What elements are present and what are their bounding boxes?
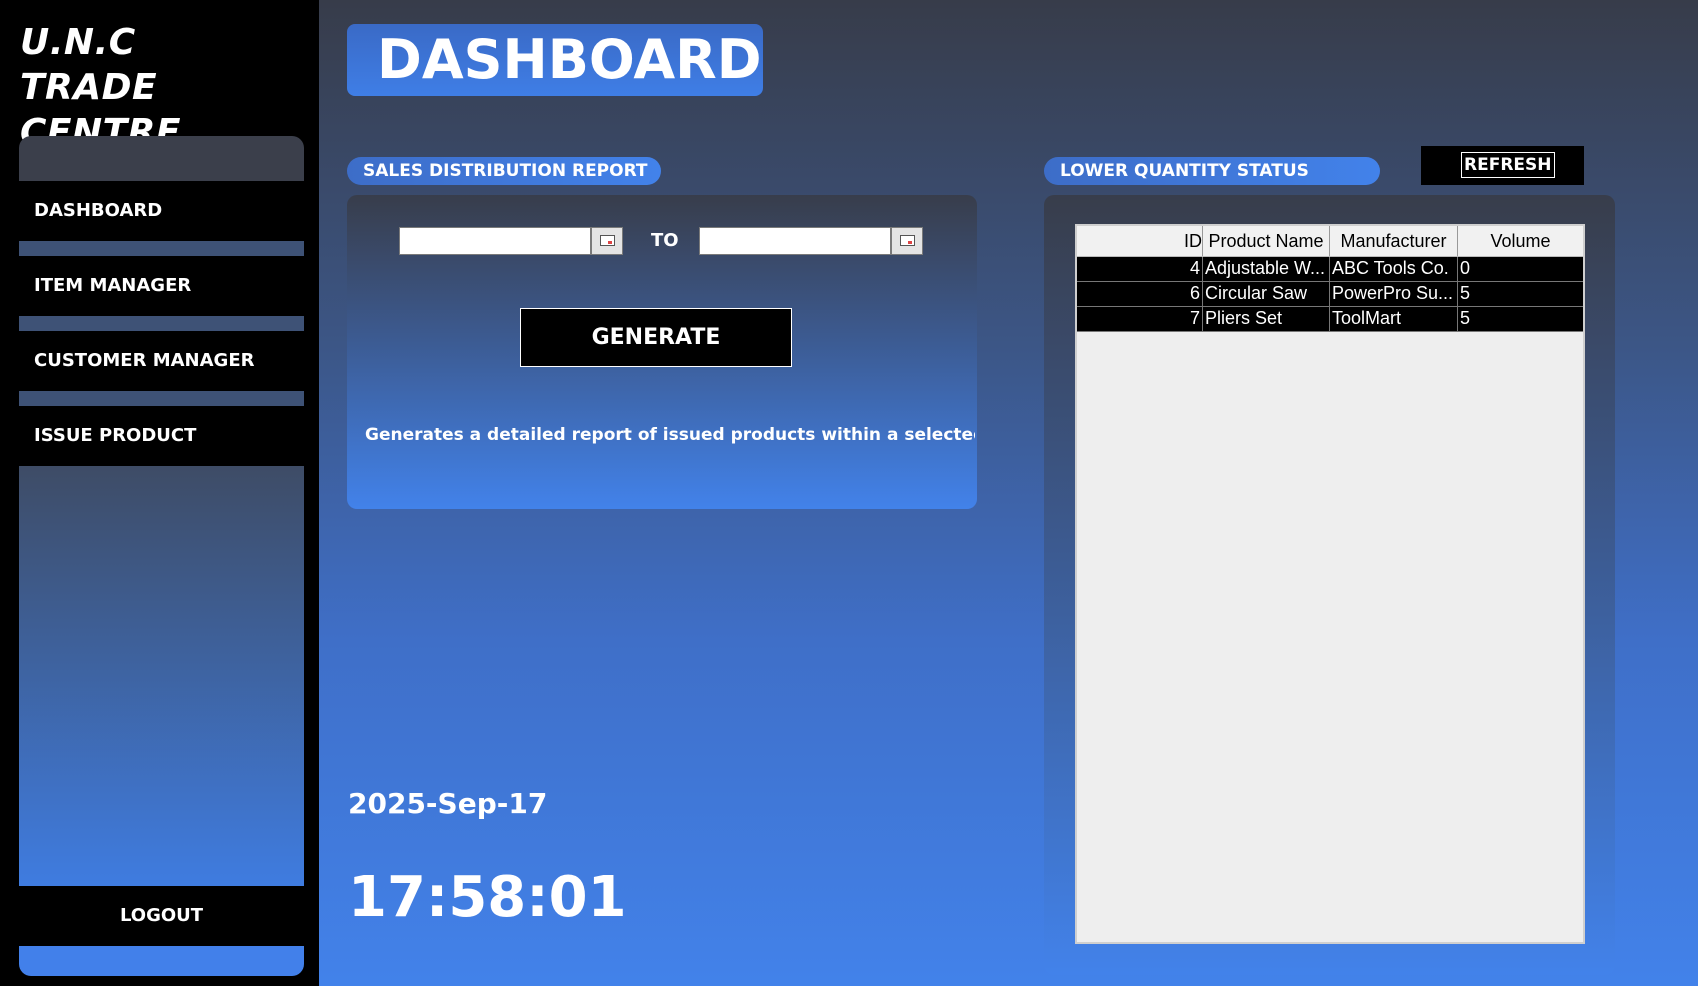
table-header: ID Product Name Manufacturer Volume (1077, 226, 1583, 257)
sales-report-heading: SALES DISTRIBUTION REPORT (347, 157, 661, 185)
generate-button[interactable]: GENERATE (520, 308, 792, 367)
sidebar-separator (19, 391, 304, 406)
sidebar-item-item-manager[interactable]: ITEM MANAGER (19, 256, 304, 316)
column-header-volume[interactable]: Volume (1458, 226, 1583, 256)
sidebar-separator (19, 316, 304, 331)
cell-id: 7 (1077, 307, 1203, 331)
sales-report-panel: TO GENERATE Generates a detailed report … (347, 195, 977, 509)
cell-manufacturer: PowerPro Su... (1330, 282, 1458, 306)
cell-volume: 5 (1460, 283, 1471, 303)
table-row[interactable]: 7 Pliers Set ToolMart 5 (1077, 307, 1583, 332)
sidebar-separator (19, 241, 304, 256)
cell-volume: 5 (1460, 308, 1471, 328)
main-area: DASHBOARD SALES DISTRIBUTION REPORT TO G… (319, 0, 1698, 986)
lower-quantity-heading: LOWER QUANTITY STATUS (1044, 157, 1380, 185)
cell-manufacturer: ABC Tools Co. (1330, 257, 1458, 281)
from-date-input[interactable] (399, 227, 591, 255)
to-date-calendar-button[interactable] (891, 227, 923, 255)
sidebar-item-dashboard[interactable]: DASHBOARD (19, 181, 304, 241)
lower-quantity-panel: ID Product Name Manufacturer Volume 4 Ad… (1044, 195, 1615, 975)
sidebar-footer-bar (19, 946, 304, 976)
sidebar-fill-panel (19, 466, 304, 886)
table-row[interactable]: 4 Adjustable W... ABC Tools Co. 0 (1077, 257, 1583, 282)
calendar-icon (900, 235, 915, 246)
calendar-icon (600, 235, 615, 246)
sales-report-description: Generates a detailed report of issued pr… (365, 425, 975, 445)
cell-product-name: Adjustable W... (1203, 257, 1330, 281)
sidebar-header-panel (19, 136, 304, 181)
current-time: 17:58:01 (348, 865, 627, 930)
to-label: TO (651, 230, 679, 251)
cell-id: 4 (1077, 257, 1203, 281)
cell-product-name: Pliers Set (1203, 307, 1330, 331)
refresh-button[interactable]: REFRESH (1421, 146, 1584, 185)
brand-line-1: U.N.C (20, 22, 136, 63)
from-date-calendar-button[interactable] (591, 227, 623, 255)
sidebar-item-customer-manager[interactable]: CUSTOMER MANAGER (19, 331, 304, 391)
refresh-button-label: REFRESH (1461, 152, 1555, 178)
brand-logo: U.N.C TRADE CENTRE (20, 20, 319, 155)
sidebar-item-issue-product[interactable]: ISSUE PRODUCT (19, 406, 304, 466)
cell-manufacturer: ToolMart (1330, 307, 1458, 331)
table-row[interactable]: 6 Circular Saw PowerPro Su... 5 (1077, 282, 1583, 307)
cell-volume: 0 (1460, 258, 1471, 278)
column-header-product-name[interactable]: Product Name (1203, 226, 1330, 256)
lower-quantity-table[interactable]: ID Product Name Manufacturer Volume 4 Ad… (1075, 224, 1585, 944)
page-title: DASHBOARD (347, 24, 763, 96)
logout-button[interactable]: LOGOUT (19, 886, 304, 946)
column-header-id[interactable]: ID (1077, 226, 1203, 256)
sidebar: U.N.C TRADE CENTRE DASHBOARD ITEM MANAGE… (0, 0, 319, 986)
column-header-manufacturer[interactable]: Manufacturer (1330, 226, 1458, 256)
current-date: 2025-Sep-17 (348, 787, 548, 820)
to-date-input[interactable] (699, 227, 891, 255)
cell-product-name: Circular Saw (1203, 282, 1330, 306)
cell-id: 6 (1077, 282, 1203, 306)
